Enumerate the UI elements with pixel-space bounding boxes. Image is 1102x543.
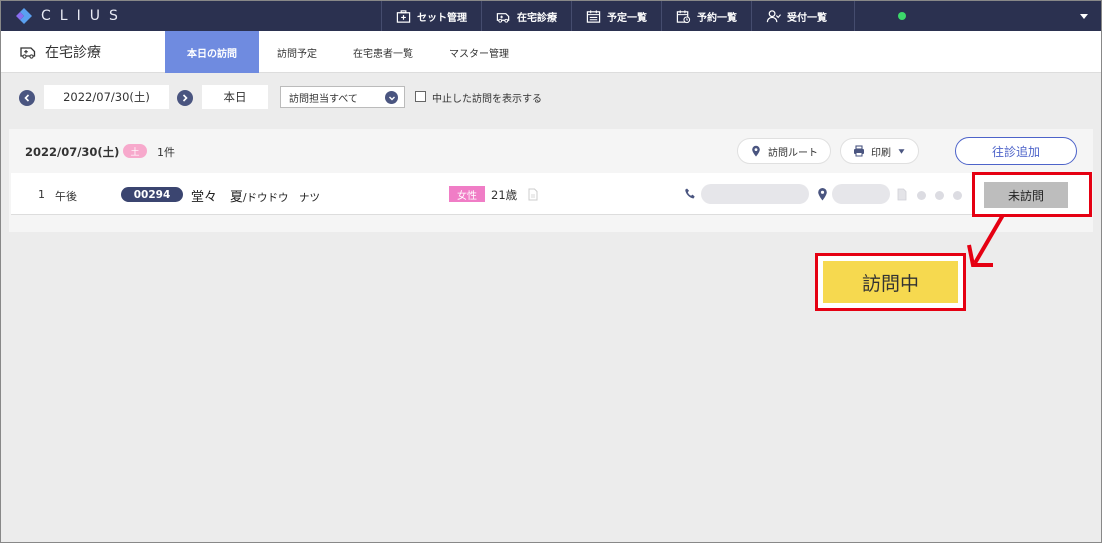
tab-bar: 本日の訪問 訪問予定 在宅患者一覧 マスター管理: [165, 31, 527, 73]
today-button[interactable]: 本日: [202, 85, 268, 109]
visiting-button[interactable]: 訪問中: [823, 261, 958, 303]
previous-day-button[interactable]: [19, 90, 35, 106]
topnav-label: 受付一覧: [787, 12, 827, 24]
topnav-home-care[interactable]: 在宅診療: [481, 1, 571, 31]
print-label: 印刷: [871, 147, 891, 159]
medical-kit-icon: [396, 9, 411, 23]
document-icon[interactable]: [897, 188, 907, 201]
ambulance-icon: [496, 12, 510, 23]
date-field[interactable]: 2022/07/30(土): [44, 85, 169, 109]
next-day-button[interactable]: [177, 90, 193, 106]
tab-master-management[interactable]: マスター管理: [431, 31, 527, 73]
phone-icon: [685, 188, 695, 199]
print-button[interactable]: 印刷: [840, 138, 919, 164]
visit-count: 1件: [157, 146, 175, 159]
staff-select-value: 訪問担当すべて: [289, 93, 358, 105]
patient-id-badge: 00294: [121, 187, 183, 202]
caret-down-icon[interactable]: [1078, 10, 1090, 22]
clius-logo-icon: [16, 8, 32, 24]
logo-text: CLIUS: [41, 8, 127, 24]
staff-select[interactable]: 訪問担当すべて: [280, 86, 405, 108]
topnav-label: 予定一覧: [607, 12, 647, 24]
top-nav: セット管理 在宅診療 予定一覧 予約一覧 受付一覧: [381, 1, 855, 31]
patient-name[interactable]: 堂々 夏/ドウドウ ナツ: [191, 186, 320, 205]
visit-time: 午後: [55, 190, 77, 203]
chevron-right-icon: [182, 94, 188, 102]
schedule-icon: [586, 9, 601, 23]
topnav-label: セット管理: [417, 12, 467, 24]
panel-date: 2022/07/30(土): [25, 145, 120, 159]
document-icon[interactable]: [528, 188, 538, 201]
topnav-reception-list[interactable]: 受付一覧: [751, 1, 855, 31]
topnav-label: 予約一覧: [697, 12, 737, 24]
show-cancelled-checkbox[interactable]: [415, 91, 426, 102]
topnav-schedule-list[interactable]: 予定一覧: [571, 1, 661, 31]
arrow-icon: [967, 213, 1005, 267]
tab-home-patients[interactable]: 在宅患者一覧: [335, 31, 431, 73]
status-dot: [935, 191, 944, 200]
phone-number-field: [701, 184, 809, 204]
sex-badge: 女性: [449, 186, 485, 202]
topnav-set-management[interactable]: セット管理: [381, 1, 481, 31]
caret-down-icon: [898, 148, 905, 154]
map-pin-icon: [752, 145, 760, 157]
online-status-indicator: [898, 12, 906, 20]
visit-route-button[interactable]: 訪問ルート: [737, 138, 831, 164]
page-title: 在宅診療: [19, 42, 101, 62]
visit-route-label: 訪問ルート: [768, 147, 818, 159]
topnav-reservation-list[interactable]: 予約一覧: [661, 1, 751, 31]
page-header: 在宅診療 本日の訪問 訪問予定 在宅患者一覧 マスター管理: [1, 31, 1101, 73]
show-cancelled-label: 中止した訪問を表示する: [432, 94, 542, 105]
add-house-call-button[interactable]: 往診追加: [955, 137, 1077, 165]
chevron-left-icon: [24, 94, 30, 102]
ambulance-icon: [20, 47, 36, 59]
page-title-text: 在宅診療: [45, 45, 101, 61]
row-number: 1: [38, 188, 45, 201]
logo[interactable]: CLIUS: [15, 7, 127, 25]
patient-name-kana: /ドウドウ ナツ: [243, 192, 321, 204]
printer-icon: [854, 145, 864, 157]
status-dot: [917, 191, 926, 200]
top-bar: CLIUS セット管理 在宅診療 予定一覧 予約一覧 受付一覧: [1, 1, 1101, 31]
screen: CLIUS セット管理 在宅診療 予定一覧 予約一覧 受付一覧 在宅診療 本日の…: [0, 0, 1102, 543]
calendar-clock-icon: [676, 9, 691, 23]
day-badge: 土: [123, 144, 147, 158]
status-dot: [953, 191, 962, 200]
patient-age: 21歳: [491, 188, 518, 202]
tab-today-visits[interactable]: 本日の訪問: [165, 31, 259, 73]
topnav-label: 在宅診療: [517, 12, 557, 24]
map-pin-icon: [818, 188, 827, 201]
address-field: [832, 184, 890, 204]
tab-visit-schedule[interactable]: 訪問予定: [259, 31, 335, 73]
chevron-down-icon: [385, 91, 398, 104]
reception-person-icon: [766, 9, 781, 22]
patient-name-kanji: 堂々 夏: [191, 190, 244, 205]
